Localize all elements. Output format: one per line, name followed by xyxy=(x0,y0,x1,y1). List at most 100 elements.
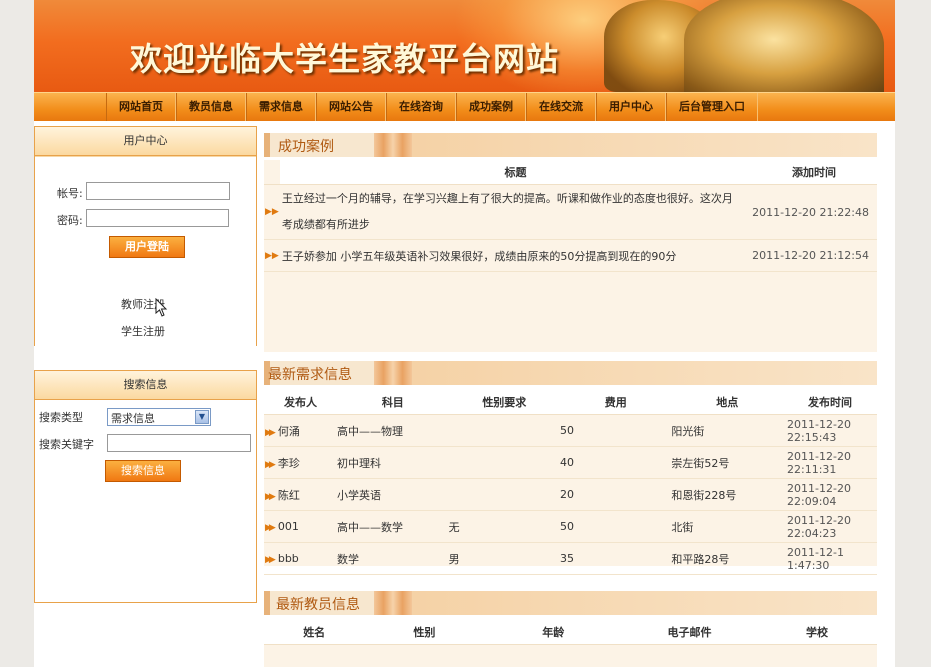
publisher-name[interactable]: 001 xyxy=(278,520,299,533)
arrow-icon: ▶▶ xyxy=(265,491,276,502)
column-header-location: 地点 xyxy=(671,390,784,415)
column-header-age: 年龄 xyxy=(484,620,623,645)
site-title: 欢迎光临大学生家教平台网站 xyxy=(130,40,560,78)
publisher-cell[interactable]: ▶▶ 何涌 xyxy=(264,414,337,447)
subject-cell: 高中——物理 xyxy=(337,414,449,447)
column-header-school: 学校 xyxy=(756,620,877,645)
column-header-fee: 费用 xyxy=(560,390,672,415)
column-header-subject: 科目 xyxy=(337,390,449,415)
search-keyword-label: 搜索关键字 xyxy=(39,438,94,451)
gender-cell xyxy=(448,414,560,447)
column-header-time: 添加时间 xyxy=(751,160,877,185)
time-cell: 2011-12-20 22:15:43 xyxy=(783,414,877,447)
search-type-label: 搜索类型 xyxy=(39,411,83,424)
arrow-icon: ▶▶ xyxy=(265,555,276,565)
gender-cell xyxy=(448,446,560,479)
case-title-link[interactable]: 王子娇参加 小学五年级英语补习效果很好，成绩由原来的50分提高到现在的90分 xyxy=(279,239,752,272)
subject-cell: 初中理科 xyxy=(337,446,449,479)
gender-cell: 无 xyxy=(448,510,560,543)
success-cases-table-area: 标题 添加时间 ▶▶ 王立经过一个月的辅导，在学习兴趣上有了很大的提高。听课和做… xyxy=(264,160,877,352)
case-time: 2011-12-20 21:12:54 xyxy=(751,239,877,272)
nav-item-5[interactable]: 成功案例 xyxy=(456,93,526,121)
latest-demands-title: 最新需求信息 xyxy=(268,367,352,383)
column-header-gender: 性别要求 xyxy=(448,390,560,415)
location-cell: 和恩街228号 xyxy=(671,478,784,511)
location-cell: 和平路28号 xyxy=(671,542,784,575)
fee-cell: 40 xyxy=(560,446,672,479)
arrow-icon: ▶▶ xyxy=(264,239,280,272)
column-header-gender: 性别 xyxy=(364,620,485,645)
arrow-icon: ▶▶ xyxy=(265,427,276,438)
location-cell: 阳光街 xyxy=(671,414,784,447)
search-panel: 搜索信息 搜索类型 需求信息 ▼ 搜索关键字 搜索信息 xyxy=(34,370,257,603)
password-label: 密码: xyxy=(57,214,83,227)
subject-cell: 高中——数学 xyxy=(337,510,449,543)
latest-teachers-table-area: 姓名 性别 年龄 电子邮件 学校 xyxy=(264,620,877,667)
case-time: 2011-12-20 21:22:48 xyxy=(751,184,877,240)
nav-item-1[interactable]: 教员信息 xyxy=(176,93,246,121)
table-row[interactable]: ▶▶ 王立经过一个月的辅导，在学习兴趣上有了很大的提高。听课和做作业的态度也很好… xyxy=(264,184,877,240)
nav-item-6[interactable]: 在线交流 xyxy=(526,93,596,121)
time-cell: 2011-12-1 1:47:30 xyxy=(783,542,877,575)
arrow-icon: ▶▶ xyxy=(264,184,280,240)
nav-item-2[interactable]: 需求信息 xyxy=(246,93,316,121)
success-cases-table: 标题 添加时间 ▶▶ 王立经过一个月的辅导，在学习兴趣上有了很大的提高。听课和做… xyxy=(264,160,877,272)
column-header-email: 电子邮件 xyxy=(622,620,757,645)
column-header-time: 发布时间 xyxy=(783,390,877,415)
fee-cell: 35 xyxy=(560,542,672,575)
student-register-link[interactable]: 学生注册 xyxy=(121,323,165,339)
fee-cell: 20 xyxy=(560,478,672,511)
latest-demands-table: 发布人 科目 性别要求 费用 地点 发布时间 ▶▶ 何涌 高中——物理 50 阳光街 20… xyxy=(264,390,877,575)
table-row[interactable]: ▶▶ 001 高中——数学无 50 北街 2011-12-20 22:04:23 xyxy=(264,510,877,543)
publisher-cell[interactable]: ▶▶ 李珍 xyxy=(264,446,337,479)
publisher-name[interactable]: 陈红 xyxy=(278,489,300,502)
arrow-icon: ▶▶ xyxy=(265,459,276,470)
account-input[interactable] xyxy=(86,182,230,200)
table-row[interactable]: ▶▶ bbb 数学男 35 和平路28号 2011-12-1 1:47:30 xyxy=(264,542,877,575)
latest-teachers-table: 姓名 性别 年龄 电子邮件 学校 xyxy=(264,620,877,645)
nav-item-4[interactable]: 在线咨询 xyxy=(386,93,456,121)
column-header-publisher: 发布人 xyxy=(264,390,337,415)
subject-cell: 数学 xyxy=(337,542,449,575)
time-cell: 2011-12-20 22:09:04 xyxy=(783,478,877,511)
time-cell: 2011-12-20 22:04:23 xyxy=(783,510,877,543)
gender-cell: 男 xyxy=(448,542,560,575)
table-row[interactable]: ▶▶ 何涌 高中——物理 50 阳光街 2011-12-20 22:15:43 xyxy=(264,414,877,447)
user-center-title: 用户中心 xyxy=(35,127,256,156)
nav-item-3[interactable]: 网站公告 xyxy=(316,93,386,121)
search-type-select[interactable]: 需求信息 ▼ xyxy=(107,408,211,426)
case-title-link[interactable]: 王立经过一个月的辅导，在学习兴趣上有了很大的提高。听课和做作业的态度也很好。这次… xyxy=(279,184,752,240)
location-cell: 北街 xyxy=(671,510,784,543)
gender-cell xyxy=(448,478,560,511)
arrow-icon: ▶▶ xyxy=(265,523,276,533)
column-header-name: 姓名 xyxy=(264,620,365,645)
fee-cell: 50 xyxy=(560,414,672,447)
publisher-cell[interactable]: ▶▶ bbb xyxy=(264,542,337,575)
table-row[interactable]: ▶▶ 陈红 小学英语 20 和恩街228号 2011-12-20 22:09:04 xyxy=(264,478,877,511)
mouse-cursor-icon xyxy=(155,298,168,317)
time-cell: 2011-12-20 22:11:31 xyxy=(783,446,877,479)
publisher-name[interactable]: bbb xyxy=(278,552,299,565)
publisher-name[interactable]: 李珍 xyxy=(278,457,300,470)
publisher-name[interactable]: 何涌 xyxy=(278,425,300,438)
search-type-value: 需求信息 xyxy=(111,412,155,425)
nav-item-0[interactable]: 网站首页 xyxy=(106,93,176,121)
chevron-down-icon[interactable]: ▼ xyxy=(195,410,209,424)
password-input[interactable] xyxy=(86,209,229,227)
table-row[interactable]: ▶▶ 王子娇参加 小学五年级英语补习效果很好，成绩由原来的50分提高到现在的90… xyxy=(264,239,877,272)
column-header-title: 标题 xyxy=(279,160,752,185)
login-button[interactable]: 用户登陆 xyxy=(109,236,185,258)
search-keyword-input[interactable] xyxy=(107,434,251,452)
nav-item-7[interactable]: 用户中心 xyxy=(596,93,666,121)
page-container: 欢迎光临大学生家教平台网站 网站首页 教员信息 需求信息 网站公告 在线咨询 成功案例 在线… xyxy=(34,0,895,667)
nav-item-8[interactable]: 后台管理入口 xyxy=(666,93,758,121)
publisher-cell[interactable]: ▶▶ 陈红 xyxy=(264,478,337,511)
search-button[interactable]: 搜索信息 xyxy=(105,460,181,482)
success-cases-header: 成功案例 xyxy=(264,133,877,157)
table-row[interactable]: ▶▶ 李珍 初中理科 40 崇左街52号 2011-12-20 22:11:31 xyxy=(264,446,877,479)
account-label: 帐号: xyxy=(57,187,83,200)
publisher-cell[interactable]: ▶▶ 001 xyxy=(264,510,337,543)
user-center-panel: 用户中心 帐号: 密码: 用户登陆 教师注册 学生注册 xyxy=(34,126,257,346)
site-banner: 欢迎光临大学生家教平台网站 xyxy=(34,0,895,92)
latest-teachers-header: 最新教员信息 xyxy=(264,591,877,615)
